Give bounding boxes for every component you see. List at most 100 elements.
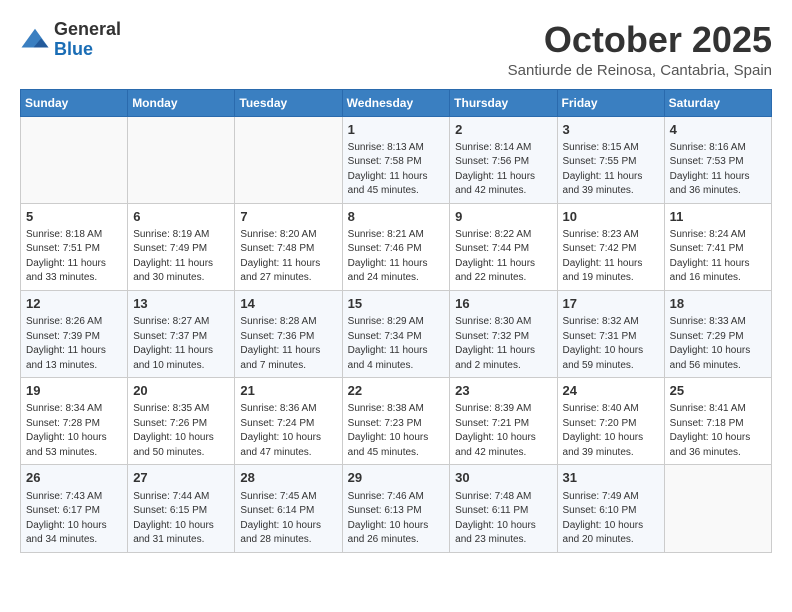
calendar-cell: 5Sunrise: 8:18 AMSunset: 7:51 PMDaylight… (21, 203, 128, 290)
page-header: General Blue October 2025 Santiurde de R… (20, 20, 772, 79)
logo-general: General (54, 20, 121, 40)
day-number: 16 (455, 295, 551, 313)
day-info: Sunrise: 8:27 AMSunset: 7:37 PMDaylight:… (133, 315, 229, 373)
day-info: Sunrise: 8:39 AMSunset: 7:21 PMDaylight:… (455, 402, 551, 460)
day-info: Sunrise: 8:41 AMSunset: 7:18 PMDaylight:… (670, 402, 766, 460)
day-number: 25 (670, 382, 766, 400)
day-number: 28 (240, 469, 336, 487)
calendar-cell: 2 Sunrise: 8:14 AMSunset: 7:56 PMDaylight… (450, 116, 557, 203)
day-info: Sunrise: 8:30 AMSunset: 7:32 PMDaylight:… (455, 315, 551, 373)
calendar-cell: 15Sunrise: 8:29 AMSunset: 7:34 PMDayligh… (342, 290, 450, 377)
day-info: Sunrise: 8:36 AMSunset: 7:24 PMDaylight:… (240, 402, 336, 460)
day-info: Sunrise: 8:23 AMSunset: 7:42 PMDaylight:… (563, 228, 659, 286)
day-number: 2 (455, 121, 551, 139)
day-number: 20 (133, 382, 229, 400)
day-number: 6 (133, 208, 229, 226)
logo-blue: Blue (54, 40, 121, 60)
weekday-header-saturday: Saturday (664, 89, 771, 116)
day-info: Sunrise: 7:48 AMSunset: 6:11 PMDaylight:… (455, 490, 551, 548)
day-number: 19 (26, 382, 122, 400)
calendar-cell: 19 Sunrise: 8:34 AMSunset: 7:28 PMDayligh… (21, 378, 128, 465)
day-number: 23 (455, 382, 551, 400)
day-number: 27 (133, 469, 229, 487)
day-info: Sunrise: 8:20 AMSunset: 7:48 PMDaylight:… (240, 228, 336, 286)
day-info: Sunrise: 8:38 AMSunset: 7:23 PMDaylight:… (348, 402, 445, 460)
calendar-cell: 17 Sunrise: 8:32 AMSunset: 7:31 PMDayligh… (557, 290, 664, 377)
day-number: 8 (348, 208, 445, 226)
day-info: Sunrise: 8:14 AMSunset: 7:56 PMDaylight:… (455, 141, 551, 199)
calendar-cell: 28 Sunrise: 7:45 AMSunset: 6:14 PMDayligh… (235, 465, 342, 552)
calendar-cell: 18 Sunrise: 8:33 AMSunset: 7:29 PMDayligh… (664, 290, 771, 377)
day-info: Sunrise: 8:24 AMSunset: 7:41 PMDaylight:… (670, 228, 766, 286)
calendar-cell: 4 Sunrise: 8:16 AMSunset: 7:53 PMDaylight… (664, 116, 771, 203)
weekday-header-sunday: Sunday (21, 89, 128, 116)
day-number: 29 (348, 469, 445, 487)
day-number: 4 (670, 121, 766, 139)
weekday-header-tuesday: Tuesday (235, 89, 342, 116)
calendar-cell (128, 116, 235, 203)
day-info: Sunrise: 8:34 AMSunset: 7:28 PMDaylight:… (26, 402, 122, 460)
weekday-header-wednesday: Wednesday (342, 89, 450, 116)
calendar-week-2: 5Sunrise: 8:18 AMSunset: 7:51 PMDaylight… (21, 203, 772, 290)
calendar-cell: 24Sunrise: 8:40 AMSunset: 7:20 PMDayligh… (557, 378, 664, 465)
logo-text: General Blue (54, 20, 121, 60)
logo: General Blue (20, 20, 121, 60)
day-number: 13 (133, 295, 229, 313)
day-number: 3 (563, 121, 659, 139)
day-info: Sunrise: 7:45 AMSunset: 6:14 PMDaylight:… (240, 490, 336, 548)
calendar-cell (664, 465, 771, 552)
calendar-cell: 29Sunrise: 7:46 AMSunset: 6:13 PMDayligh… (342, 465, 450, 552)
title-block: October 2025 Santiurde de Reinosa, Canta… (508, 20, 772, 79)
calendar-table: SundayMondayTuesdayWednesdayThursdayFrid… (20, 89, 772, 553)
calendar-cell: 21 Sunrise: 8:36 AMSunset: 7:24 PMDayligh… (235, 378, 342, 465)
month-title: October 2025 (508, 20, 772, 60)
day-number: 31 (563, 469, 659, 487)
calendar-cell: 16 Sunrise: 8:30 AMSunset: 7:32 PMDayligh… (450, 290, 557, 377)
day-number: 7 (240, 208, 336, 226)
calendar-cell: 20 Sunrise: 8:35 AMSunset: 7:26 PMDayligh… (128, 378, 235, 465)
calendar-cell: 13 Sunrise: 8:27 AMSunset: 7:37 PMDayligh… (128, 290, 235, 377)
calendar-cell: 6 Sunrise: 8:19 AMSunset: 7:49 PMDaylight… (128, 203, 235, 290)
day-number: 12 (26, 295, 122, 313)
calendar-cell: 8 Sunrise: 8:21 AMSunset: 7:46 PMDaylight… (342, 203, 450, 290)
calendar-cell: 31 Sunrise: 7:49 AMSunset: 6:10 PMDayligh… (557, 465, 664, 552)
calendar-cell: 11Sunrise: 8:24 AMSunset: 7:41 PMDayligh… (664, 203, 771, 290)
day-info: Sunrise: 7:43 AMSunset: 6:17 PMDaylight:… (26, 490, 122, 548)
day-info: Sunrise: 7:44 AMSunset: 6:15 PMDaylight:… (133, 490, 229, 548)
day-info: Sunrise: 8:13 AMSunset: 7:58 PMDaylight:… (348, 141, 445, 199)
location-subtitle: Santiurde de Reinosa, Cantabria, Spain (508, 62, 772, 79)
day-number: 9 (455, 208, 551, 226)
day-info: Sunrise: 8:32 AMSunset: 7:31 PMDaylight:… (563, 315, 659, 373)
day-info: Sunrise: 8:16 AMSunset: 7:53 PMDaylight:… (670, 141, 766, 199)
weekday-header-monday: Monday (128, 89, 235, 116)
calendar-body: 1Sunrise: 8:13 AMSunset: 7:58 PMDaylight… (21, 116, 772, 552)
day-info: Sunrise: 8:18 AMSunset: 7:51 PMDaylight:… (26, 228, 122, 286)
day-number: 17 (563, 295, 659, 313)
weekday-header-friday: Friday (557, 89, 664, 116)
day-info: Sunrise: 8:35 AMSunset: 7:26 PMDaylight:… (133, 402, 229, 460)
day-info: Sunrise: 8:19 AMSunset: 7:49 PMDaylight:… (133, 228, 229, 286)
calendar-cell: 7 Sunrise: 8:20 AMSunset: 7:48 PMDaylight… (235, 203, 342, 290)
calendar-cell: 27 Sunrise: 7:44 AMSunset: 6:15 PMDayligh… (128, 465, 235, 552)
day-number: 24 (563, 382, 659, 400)
calendar-cell: 30 Sunrise: 7:48 AMSunset: 6:11 PMDayligh… (450, 465, 557, 552)
calendar-cell: 3 Sunrise: 8:15 AMSunset: 7:55 PMDaylight… (557, 116, 664, 203)
calendar-cell: 10Sunrise: 8:23 AMSunset: 7:42 PMDayligh… (557, 203, 664, 290)
day-number: 21 (240, 382, 336, 400)
calendar-cell: 23 Sunrise: 8:39 AMSunset: 7:21 PMDayligh… (450, 378, 557, 465)
day-number: 30 (455, 469, 551, 487)
day-info: Sunrise: 8:26 AMSunset: 7:39 PMDaylight:… (26, 315, 122, 373)
calendar-cell (235, 116, 342, 203)
calendar-cell: 26Sunrise: 7:43 AMSunset: 6:17 PMDayligh… (21, 465, 128, 552)
day-info: Sunrise: 8:22 AMSunset: 7:44 PMDaylight:… (455, 228, 551, 286)
day-number: 14 (240, 295, 336, 313)
day-info: Sunrise: 8:21 AMSunset: 7:46 PMDaylight:… (348, 228, 445, 286)
day-info: Sunrise: 7:49 AMSunset: 6:10 PMDaylight:… (563, 490, 659, 548)
day-info: Sunrise: 8:33 AMSunset: 7:29 PMDaylight:… (670, 315, 766, 373)
day-number: 22 (348, 382, 445, 400)
day-info: Sunrise: 8:15 AMSunset: 7:55 PMDaylight:… (563, 141, 659, 199)
day-number: 18 (670, 295, 766, 313)
calendar-week-3: 12 Sunrise: 8:26 AMSunset: 7:39 PMDayligh… (21, 290, 772, 377)
day-info: Sunrise: 8:28 AMSunset: 7:36 PMDaylight:… (240, 315, 336, 373)
logo-icon (20, 25, 50, 55)
